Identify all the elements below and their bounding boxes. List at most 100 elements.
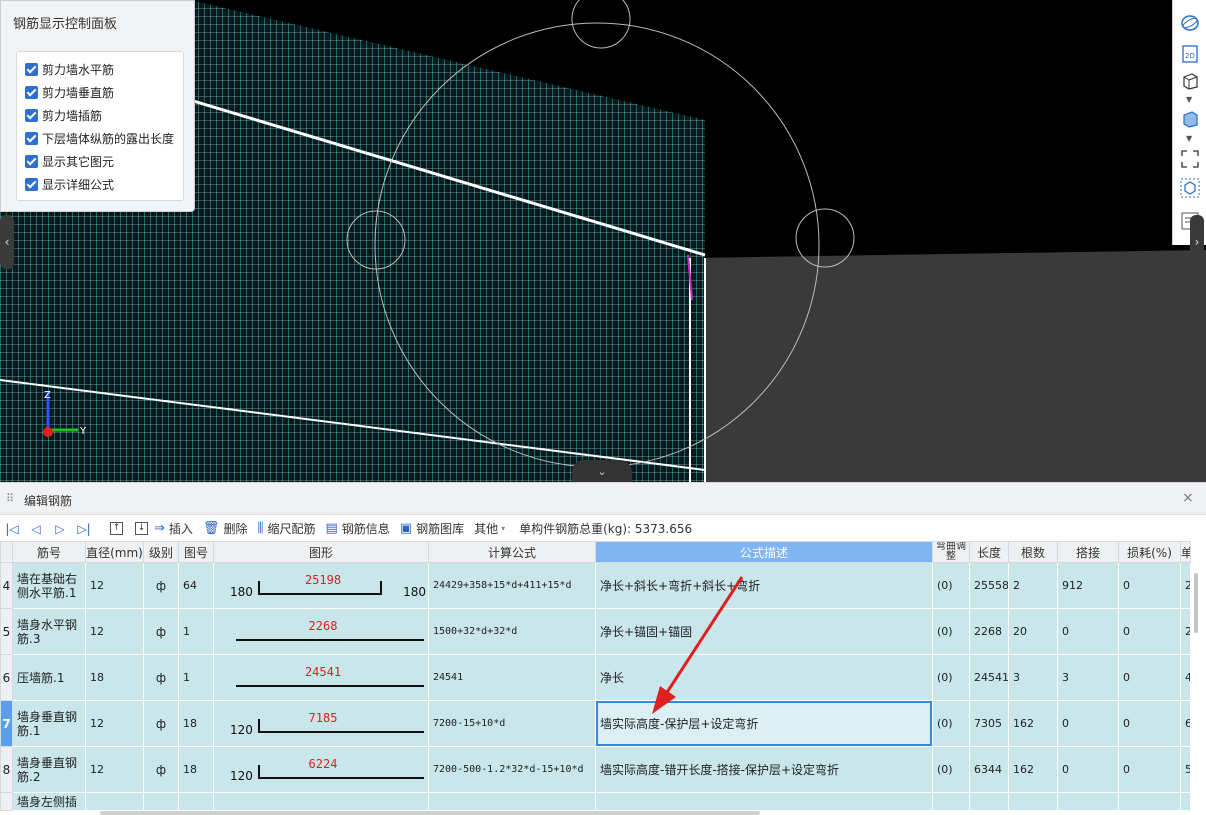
- unit-weight-cell[interactable]: 5.: [1180, 746, 1191, 793]
- previous-record-icon[interactable]: ◁: [24, 522, 48, 536]
- column-header[interactable]: 直径(mm): [85, 541, 144, 563]
- checkbox-checked-icon[interactable]: [25, 108, 38, 122]
- right-collapse-handle[interactable]: ›: [1190, 215, 1204, 269]
- formula-description-cell[interactable]: [595, 792, 933, 811]
- unit-weight-cell[interactable]: 2.: [1180, 608, 1191, 655]
- formula-cell[interactable]: 7200-500-1.2*32*d-15+10*d: [428, 746, 596, 793]
- option-show-other-elements[interactable]: 显示其它图元: [25, 152, 114, 170]
- loss-cell[interactable]: 0: [1118, 562, 1181, 609]
- option-wall-vertical-rebar[interactable]: 剪力墙垂直筋: [25, 83, 114, 101]
- solid-box-icon[interactable]: [1179, 108, 1201, 130]
- table-row[interactable]: 7 墙身垂直钢筋.1 12 ф 18 7185 120 7200-15+10*d 墙实际高度-保…: [0, 700, 1191, 747]
- option-show-detailed-formula[interactable]: 显示详细公式: [25, 175, 114, 193]
- length-cell[interactable]: 25558: [969, 562, 1009, 609]
- rebar-library-button[interactable]: ▣ 钢筋图库: [400, 520, 464, 537]
- length-cell[interactable]: [969, 792, 1009, 811]
- column-header-active[interactable]: 公式描述: [595, 541, 933, 563]
- count-cell[interactable]: 162: [1008, 746, 1058, 793]
- rebar-name-cell[interactable]: 墙在基础右侧水平筋.1: [12, 562, 86, 609]
- cube-view-icon[interactable]: [1179, 177, 1201, 199]
- length-cell[interactable]: 24541: [969, 654, 1009, 701]
- shape-cell[interactable]: 6224 120: [213, 746, 429, 793]
- 2d-view-icon[interactable]: 2D: [1179, 43, 1201, 65]
- bend-adjust-cell[interactable]: [932, 792, 970, 811]
- column-header[interactable]: 级别: [143, 541, 179, 563]
- column-header[interactable]: 长度: [969, 541, 1009, 563]
- row-number[interactable]: [0, 792, 13, 811]
- shape-cell[interactable]: 24541: [213, 654, 429, 701]
- row-number[interactable]: 7: [0, 700, 13, 747]
- shape-cell[interactable]: 7185 120: [213, 700, 429, 747]
- formula-description-cell[interactable]: 净长+斜长+弯折+斜长+弯折: [595, 562, 933, 609]
- figure-number-cell[interactable]: 1: [178, 608, 214, 655]
- column-header[interactable]: 图号: [178, 541, 214, 563]
- count-cell[interactable]: 162: [1008, 700, 1058, 747]
- column-header[interactable]: 筋号: [12, 541, 86, 563]
- insert-button[interactable]: ⇒ 插入: [154, 520, 193, 537]
- shape-cell[interactable]: 2268: [213, 608, 429, 655]
- unit-weight-cell[interactable]: 23: [1180, 562, 1191, 609]
- diameter-cell[interactable]: 12: [85, 700, 144, 747]
- formula-description-cell[interactable]: 净长+锚固+锚固: [595, 608, 933, 655]
- rebar-name-cell[interactable]: 墙身垂直钢筋.2: [12, 746, 86, 793]
- count-cell[interactable]: [1008, 792, 1058, 811]
- horizontal-scrollbar[interactable]: [0, 810, 1190, 815]
- loss-cell[interactable]: 0: [1118, 746, 1181, 793]
- formula-cell[interactable]: [428, 792, 596, 811]
- column-header[interactable]: 计算公式: [428, 541, 596, 563]
- count-cell[interactable]: 3: [1008, 654, 1058, 701]
- shape-cell[interactable]: [213, 792, 429, 811]
- figure-number-cell[interactable]: 1: [178, 654, 214, 701]
- lap-cell[interactable]: 0: [1057, 700, 1119, 747]
- diameter-cell[interactable]: 12: [85, 562, 144, 609]
- column-header[interactable]: 损耗(%): [1118, 541, 1181, 563]
- rebar-name-cell[interactable]: 墙身左侧插: [12, 792, 86, 811]
- formula-cell[interactable]: 7200-15+10*d: [428, 700, 596, 747]
- unit-weight-cell[interactable]: [1180, 792, 1191, 811]
- row-number[interactable]: 5: [0, 608, 13, 655]
- lap-cell[interactable]: [1057, 792, 1119, 811]
- formula-cell[interactable]: 1500+32*d+32*d: [428, 608, 596, 655]
- table-row[interactable]: 8 墙身垂直钢筋.2 12 ф 18 6224 120 7200-500-1.2*32*d-1…: [0, 746, 1191, 793]
- fullscreen-icon[interactable]: [1179, 148, 1201, 170]
- count-cell[interactable]: 20: [1008, 608, 1058, 655]
- drag-grip-icon[interactable]: ⠿: [6, 492, 14, 505]
- table-row[interactable]: 4 墙在基础右侧水平筋.1 12 ф 64 25198 180 180 24429+358+15…: [0, 562, 1191, 609]
- formula-description-cell[interactable]: 墙实际高度-错开长度-搭接-保护层+设定弯折: [595, 746, 933, 793]
- lap-cell[interactable]: 0: [1057, 608, 1119, 655]
- left-collapse-handle[interactable]: ‹: [0, 215, 14, 269]
- loss-cell[interactable]: 0: [1118, 700, 1181, 747]
- diameter-cell[interactable]: 12: [85, 608, 144, 655]
- lap-cell[interactable]: 0: [1057, 746, 1119, 793]
- bend-adjust-cell[interactable]: (0): [932, 700, 970, 747]
- checkbox-checked-icon[interactable]: [25, 131, 38, 145]
- table-row[interactable]: 5 墙身水平钢筋.3 12 ф 1 2268 1500+32*d+32*d 净长+锚固+锚固(…: [0, 608, 1191, 655]
- bottom-collapse-handle[interactable]: ⌄: [572, 460, 632, 482]
- bend-adjust-cell[interactable]: (0): [932, 746, 970, 793]
- grade-cell[interactable]: [143, 792, 179, 811]
- formula-cell[interactable]: 24429+358+15*d+411+15*d: [428, 562, 596, 609]
- delete-button[interactable]: 🗑 删除: [203, 520, 248, 537]
- grade-cell[interactable]: ф: [143, 608, 179, 655]
- option-lower-wall-exposed-length[interactable]: 下层墙体纵筋的露出长度: [25, 129, 174, 147]
- lap-cell[interactable]: 3: [1057, 654, 1119, 701]
- figure-number-cell[interactable]: 64: [178, 562, 214, 609]
- 3d-box-icon[interactable]: [1179, 70, 1201, 92]
- row-number[interactable]: 8: [0, 746, 13, 793]
- count-cell[interactable]: 2: [1008, 562, 1058, 609]
- row-number[interactable]: 4: [0, 562, 13, 609]
- caret-down-icon[interactable]: ▼: [1186, 134, 1192, 143]
- last-record-icon[interactable]: ▷|: [72, 522, 96, 536]
- column-header[interactable]: 单: [1180, 541, 1191, 563]
- checkbox-checked-icon[interactable]: [25, 85, 38, 99]
- length-cell[interactable]: 2268: [969, 608, 1009, 655]
- option-wall-horizontal-rebar[interactable]: 剪力墙水平筋: [25, 60, 114, 78]
- diameter-cell[interactable]: [85, 792, 144, 811]
- bend-adjust-cell[interactable]: (0): [932, 562, 970, 609]
- close-icon[interactable]: ×: [1182, 490, 1194, 506]
- formula-cell[interactable]: 24541: [428, 654, 596, 701]
- grade-cell[interactable]: ф: [143, 746, 179, 793]
- column-header[interactable]: 图形: [213, 541, 429, 563]
- figure-number-cell[interactable]: 18: [178, 700, 214, 747]
- lap-cell[interactable]: 912: [1057, 562, 1119, 609]
